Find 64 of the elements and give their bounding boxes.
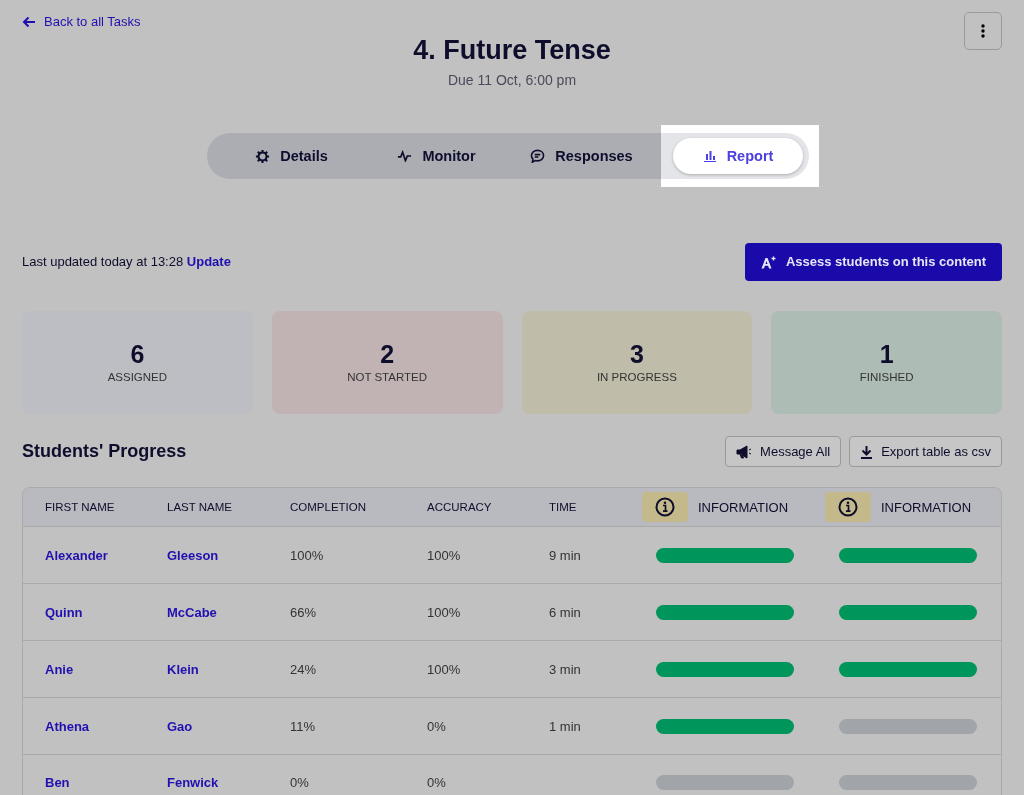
export-csv-button[interactable]: Export table as csv xyxy=(849,435,1002,468)
table-cell: 9 min xyxy=(549,547,581,563)
section-title: Students' Progress xyxy=(22,440,187,463)
column-header: INFORMATION xyxy=(881,498,972,517)
table-cell: 100% xyxy=(290,547,324,563)
stat-value: 1 xyxy=(879,338,894,369)
tab[interactable]: Responses xyxy=(509,138,654,175)
page-title: 4. Future Tense xyxy=(413,34,611,67)
bar-chart-icon xyxy=(702,150,717,163)
stat-label: IN PROGRESS xyxy=(596,369,677,385)
gear-icon xyxy=(255,148,271,164)
stat-value: 2 xyxy=(380,338,395,369)
tab[interactable]: Monitor xyxy=(364,138,509,175)
table-cell: 0% xyxy=(290,774,309,790)
column-header: FIRST NAME xyxy=(45,499,116,515)
stat-label: ASSIGNED xyxy=(107,369,168,385)
student-last-name[interactable]: Gao xyxy=(167,718,193,734)
megaphone-icon xyxy=(736,444,753,459)
student-last-name[interactable]: Gleeson xyxy=(167,547,219,563)
column-header: COMPLETION xyxy=(290,499,368,515)
student-last-name[interactable]: McCabe xyxy=(167,604,217,620)
student-first-name[interactable]: Quinn xyxy=(45,604,83,620)
student-first-name[interactable]: Alexander xyxy=(45,547,108,563)
back-link[interactable]: Back to all Tasks xyxy=(22,12,141,32)
column-header: INFORMATION xyxy=(698,498,789,517)
student-first-name[interactable]: Ben xyxy=(45,774,70,790)
table-cell: 100% xyxy=(427,604,461,620)
pulse-icon xyxy=(397,150,413,163)
stat-label: FINISHED xyxy=(859,369,914,385)
chat-bubble-icon xyxy=(530,149,546,164)
info-icon[interactable] xyxy=(825,492,871,523)
font-plus-icon xyxy=(760,255,776,269)
more-options-icon xyxy=(981,24,985,38)
more-options-button[interactable] xyxy=(964,12,1002,50)
student-last-name[interactable]: Klein xyxy=(167,661,199,677)
download-icon xyxy=(860,444,874,459)
table-cell: 100% xyxy=(427,661,461,677)
table-cell: 24% xyxy=(290,661,317,677)
column-header: ACCURACY xyxy=(427,499,493,515)
column-header: TIME xyxy=(549,499,578,515)
back-arrow-icon xyxy=(22,15,36,28)
table-cell: 0% xyxy=(427,774,446,790)
due-date: Due 11 Oct, 6:00 pm xyxy=(447,71,577,91)
stat-value: 6 xyxy=(130,338,145,369)
tab[interactable]: Report xyxy=(673,138,803,175)
table-cell: 11% xyxy=(290,718,316,734)
student-first-name[interactable]: Athena xyxy=(45,718,90,734)
message-all-button[interactable]: Message All xyxy=(725,435,842,468)
table-cell: 100% xyxy=(427,547,461,563)
tab[interactable]: Details xyxy=(219,138,364,175)
table-cell: 3 min xyxy=(549,661,581,677)
student-first-name[interactable]: Anie xyxy=(45,661,74,677)
update-link[interactable]: Update xyxy=(186,254,231,270)
student-last-name[interactable]: Fenwick xyxy=(167,774,219,790)
column-header: LAST NAME xyxy=(167,499,233,515)
info-icon[interactable] xyxy=(642,492,688,523)
last-updated-text: Last updated today at 13:28 Update xyxy=(22,253,231,272)
stat-value: 3 xyxy=(629,338,644,369)
assess-students-button[interactable]: Assess students on this content xyxy=(744,243,1002,281)
table-cell: 66% xyxy=(290,604,317,620)
table-cell: 0% xyxy=(427,718,446,734)
table-cell: 6 min xyxy=(549,604,581,620)
stat-label: NOT STARTED xyxy=(347,369,428,385)
table-cell: 1 min xyxy=(549,718,581,734)
